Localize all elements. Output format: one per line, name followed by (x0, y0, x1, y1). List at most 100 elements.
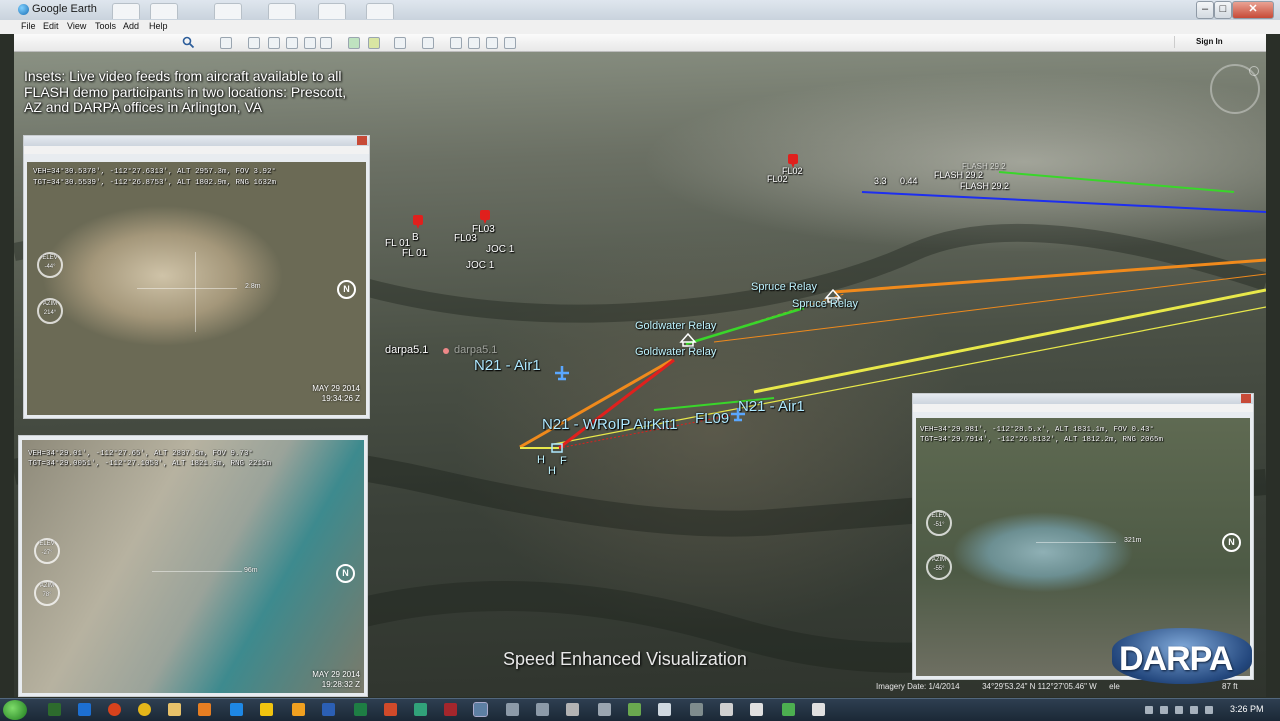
close-icon[interactable] (1241, 394, 1251, 403)
minimize-button[interactable]: – (1196, 1, 1214, 19)
maximize-button[interactable]: □ (1214, 1, 1232, 19)
background-tab[interactable] (268, 3, 296, 19)
builder-icon[interactable] (504, 37, 516, 49)
video-inset-2[interactable]: VEH=34°29.01', -112°27.65', ALT 2837.5m,… (18, 435, 368, 697)
menu-help[interactable]: Help (149, 21, 168, 31)
link-line-blue (861, 191, 1266, 213)
ie-icon[interactable] (78, 703, 91, 716)
start-button[interactable] (3, 700, 27, 720)
vlc-icon[interactable] (198, 703, 211, 716)
path-icon[interactable] (286, 37, 298, 49)
hud-line: VEH=34°29.981', -112°28.5.x', ALT 1831.1… (920, 426, 1155, 434)
tray-icon[interactable] (1175, 706, 1183, 714)
video-inset-1[interactable]: VEH=34°30.5378', -112°27.6313', ALT 2957… (23, 135, 370, 419)
save-image-icon[interactable] (468, 37, 480, 49)
search-app-icon[interactable] (230, 703, 243, 716)
powerpoint-icon[interactable] (384, 703, 397, 716)
eye-altitude: 87 ft (1222, 682, 1238, 691)
polygon-icon[interactable] (268, 37, 280, 49)
background-tab[interactable] (214, 3, 242, 19)
placemark-icon[interactable] (248, 37, 260, 49)
placemark-icon[interactable] (479, 210, 491, 224)
hud-line: TGT=34°29.7914', -112°26.8132', ALT 1812… (920, 436, 1164, 444)
menu-bar: File Edit View Tools Add Help (0, 20, 1280, 34)
inset-menu (24, 146, 369, 154)
search-icon[interactable] (182, 36, 195, 49)
azim-gauge: AZIM 78° (34, 580, 60, 606)
sun-icon[interactable] (348, 37, 360, 49)
overlay-icon[interactable] (304, 37, 316, 49)
taskbar-app-icon[interactable] (658, 703, 671, 716)
chrome-icon[interactable] (138, 703, 151, 716)
tray-icon[interactable] (1145, 706, 1153, 714)
map-label-aircraft: N21 - WRoIP AirKit1 (542, 416, 678, 433)
background-tab[interactable] (318, 3, 346, 19)
hud-line: TGT=34°29.0051', -112°27.1053', ALT 1821… (28, 460, 272, 468)
close-icon[interactable] (357, 136, 367, 145)
notes-icon[interactable] (260, 703, 273, 716)
print-icon[interactable] (450, 37, 462, 49)
excel-icon[interactable] (354, 703, 367, 716)
taskbar-app-icon[interactable] (506, 703, 519, 716)
taskbar-app-icon[interactable] (720, 703, 733, 716)
taskbar-app-icon[interactable] (690, 703, 703, 716)
inset-menu (913, 404, 1253, 412)
north-badge: N (337, 280, 356, 299)
map-label: H (537, 454, 545, 466)
menu-view[interactable]: View (67, 21, 86, 31)
sidebar-toggle-icon[interactable] (220, 37, 232, 49)
firefox-icon[interactable] (108, 703, 121, 716)
sign-in-link[interactable]: Sign In (1196, 37, 1223, 46)
imagery-date: Imagery Date: 1/4/2014 (876, 682, 960, 691)
north-reset-icon[interactable] (1249, 66, 1259, 76)
link-line-red (558, 358, 675, 450)
caption-insets: Insets: Live video feeds from aircraft a… (24, 68, 347, 115)
folder-icon[interactable] (168, 703, 181, 716)
menu-edit[interactable]: Edit (43, 21, 59, 31)
map-label: B (412, 232, 419, 243)
map-label: FL02 (767, 174, 788, 184)
background-tab[interactable] (366, 3, 394, 19)
close-button[interactable]: ✕ (1232, 1, 1274, 19)
background-tab[interactable] (112, 3, 140, 19)
status-bar: Imagery Date: 1/4/2014 34°29'53.24" N 11… (876, 682, 1280, 691)
tray-icon[interactable] (1160, 706, 1168, 714)
google-earth-taskbar-icon[interactable] (473, 702, 488, 717)
network-icon[interactable] (1190, 706, 1198, 714)
range-label: 96m (244, 567, 258, 574)
outlook-icon[interactable] (292, 703, 305, 716)
menu-tools[interactable]: Tools (95, 21, 116, 31)
darpa-logo-text: DARPA (1119, 640, 1233, 678)
taskbar-app-icon[interactable] (598, 703, 611, 716)
taskbar-app-icon[interactable] (566, 703, 579, 716)
map-label: 3.3 (874, 176, 887, 186)
menu-file[interactable]: File (21, 21, 36, 31)
cursor-coordinates: 34°29'53.24" N 112°27'05.46" W (982, 682, 1097, 691)
volume-icon[interactable] (1205, 706, 1213, 714)
planet-icon[interactable] (368, 37, 380, 49)
map-icon[interactable] (486, 37, 498, 49)
taskbar-app-icon[interactable] (782, 703, 795, 716)
hud-line: VEH=34°30.5378', -112°27.6313', ALT 2957… (33, 168, 277, 176)
map-label-relay: Goldwater Relay (635, 346, 717, 358)
publisher-icon[interactable] (414, 703, 427, 716)
hud-line: TGT=34°30.5539', -112°26.8753', ALT 1802… (33, 179, 277, 187)
tour-icon[interactable] (320, 37, 332, 49)
video-feed: VEH=34°30.5378', -112°27.6313', ALT 2957… (27, 162, 366, 415)
taskbar-app-icon[interactable] (750, 703, 763, 716)
placemark-icon (443, 348, 449, 354)
taskbar-app-icon[interactable] (812, 703, 825, 716)
access-icon[interactable] (444, 703, 457, 716)
taskbar-app-icon[interactable] (536, 703, 549, 716)
inset-titlebar (913, 394, 1253, 404)
placemark-icon[interactable] (412, 215, 424, 229)
background-tab[interactable] (150, 3, 178, 19)
taskbar-clock[interactable]: 3:26 PM (1230, 704, 1264, 714)
ruler-icon[interactable] (394, 37, 406, 49)
email-icon[interactable] (422, 37, 434, 49)
timestamp: MAY 29 2014 19:34:26 Z (312, 384, 360, 403)
taskbar-app-icon[interactable] (48, 703, 61, 716)
menu-add[interactable]: Add (123, 21, 139, 31)
word-icon[interactable] (322, 703, 335, 716)
taskbar-app-icon[interactable] (628, 703, 641, 716)
